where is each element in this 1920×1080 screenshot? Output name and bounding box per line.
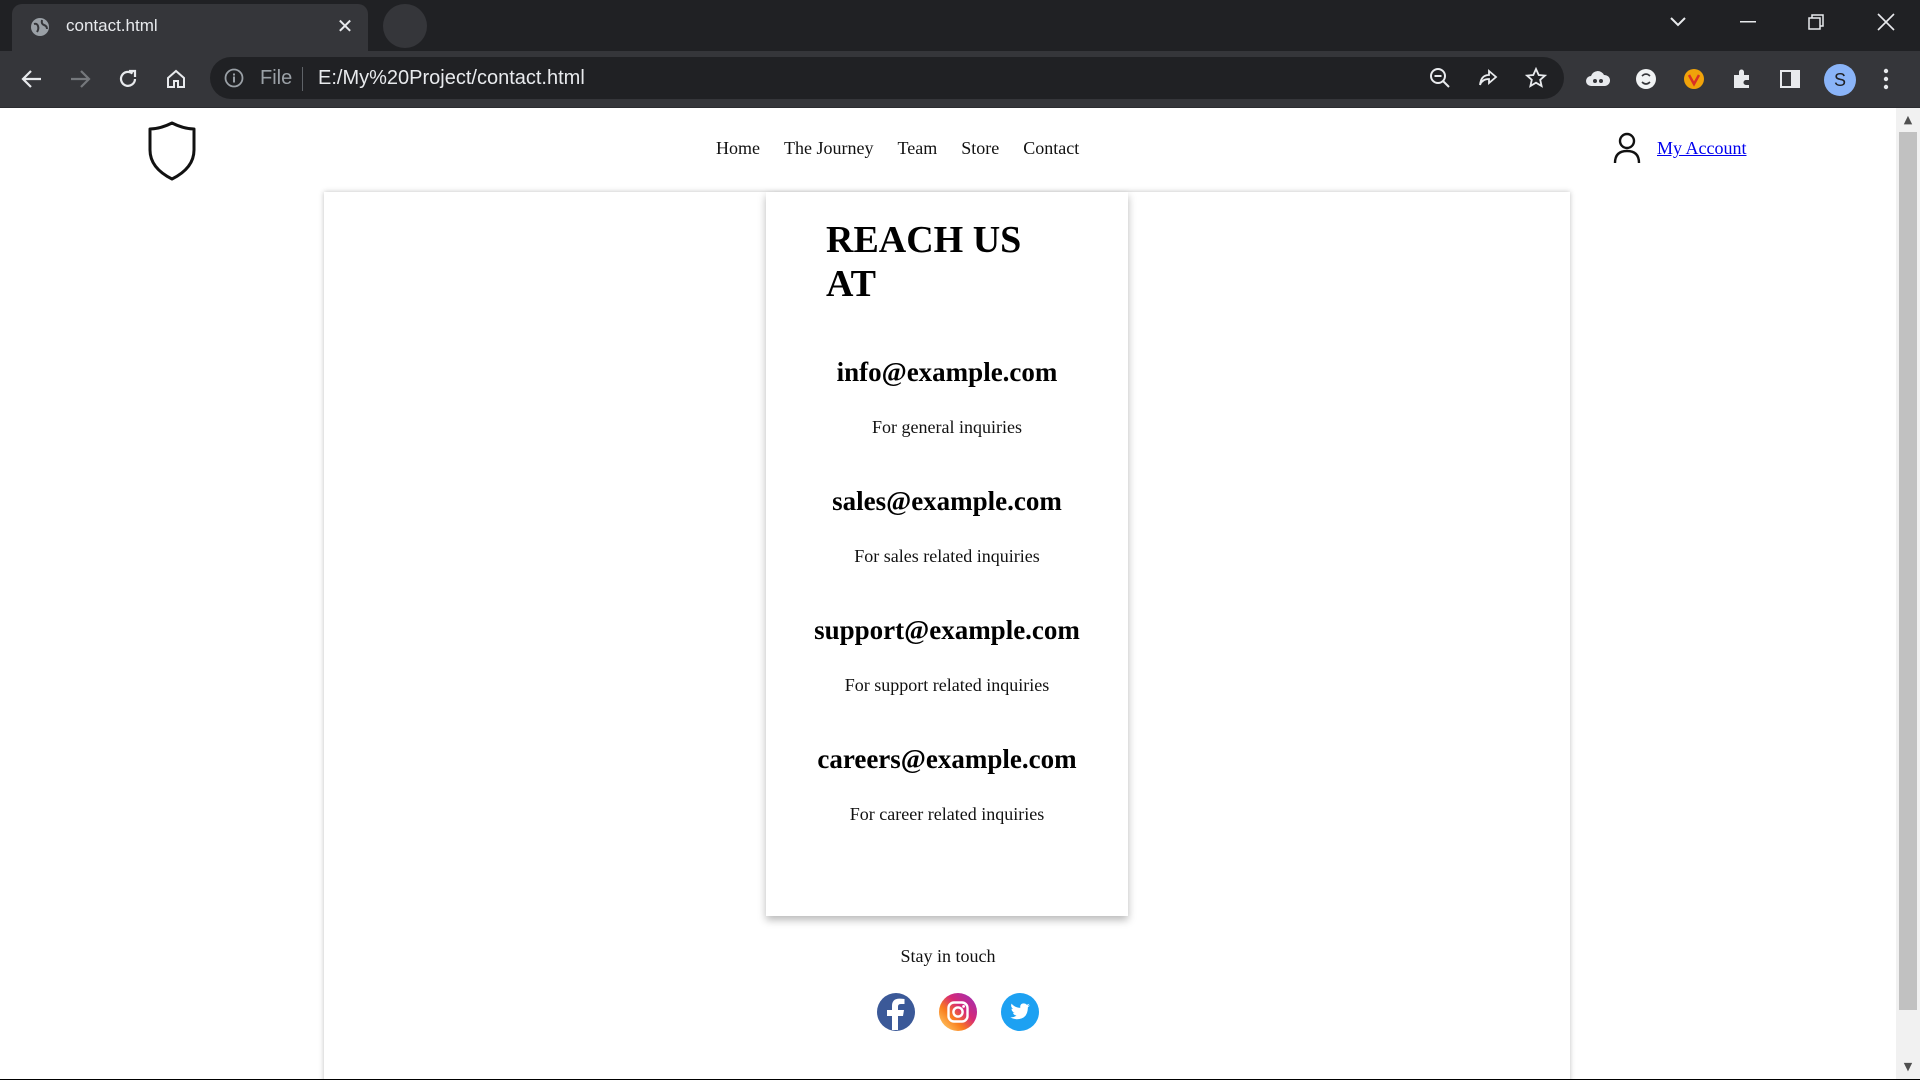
contact-item: careers@example.com For career related i… — [766, 743, 1128, 825]
contact-card: REACH US AT info@example.com For general… — [766, 192, 1128, 916]
url-separator — [302, 67, 303, 91]
new-tab-button[interactable] — [383, 4, 427, 48]
back-icon[interactable] — [16, 63, 48, 95]
profile-avatar[interactable]: S — [1824, 64, 1856, 96]
bookmark-star-icon[interactable] — [1524, 66, 1548, 90]
scroll-down-arrow-icon[interactable]: ▼ — [1900, 1059, 1916, 1075]
main-navigation: Home The Journey Team Store Contact — [716, 138, 1103, 159]
globe-icon — [31, 18, 49, 36]
scroll-up-arrow-icon[interactable]: ▲ — [1900, 112, 1916, 128]
contact-item: info@example.com For general inquiries — [766, 356, 1128, 438]
contact-item: support@example.com For support related … — [766, 614, 1128, 696]
twitter-icon[interactable] — [1000, 992, 1040, 1032]
minimize-icon[interactable] — [1714, 0, 1782, 44]
reload-icon[interactable] — [112, 63, 144, 95]
browser-toolbar: File E:/My%20Project/contact.html S — [0, 51, 1920, 108]
home-icon[interactable] — [160, 63, 192, 95]
browser-menu-icon[interactable] — [1872, 65, 1900, 93]
zoom-icon[interactable] — [1428, 66, 1452, 90]
nav-link-store[interactable]: Store — [961, 138, 999, 159]
contact-heading: REACH US AT — [826, 219, 1022, 305]
page-viewport: Home The Journey Team Store Contact My A… — [0, 108, 1896, 1079]
extension-badge-icon[interactable] — [1680, 65, 1708, 93]
shield-logo-icon[interactable] — [146, 120, 198, 182]
address-bar[interactable]: File E:/My%20Project/contact.html — [210, 57, 1564, 99]
info-icon[interactable] — [224, 68, 244, 88]
contact-email: sales@example.com — [832, 486, 1062, 516]
nav-link-the-journey[interactable]: The Journey — [784, 138, 873, 159]
contact-description: For sales related inquiries — [854, 546, 1040, 566]
site-header: Home The Journey Team Store Contact My A… — [0, 108, 1896, 192]
url-scheme-label: File — [260, 67, 293, 89]
contact-email: info@example.com — [836, 357, 1058, 387]
tab-close-icon[interactable]: ✕ — [334, 16, 356, 38]
extension-cloud-icon[interactable] — [1584, 65, 1612, 93]
contact-email: support@example.com — [814, 615, 1080, 645]
browser-tab[interactable]: contact.html ✕ — [12, 4, 368, 51]
stay-in-touch-label: Stay in touch — [900, 946, 996, 966]
restore-icon[interactable] — [1782, 0, 1850, 44]
facebook-icon[interactable] — [876, 992, 916, 1032]
contact-description: For career related inquiries — [849, 804, 1045, 824]
extension-circle-icon[interactable] — [1632, 65, 1660, 93]
side-panel-icon[interactable] — [1776, 65, 1804, 93]
user-icon[interactable] — [1612, 132, 1642, 164]
extensions-puzzle-icon[interactable] — [1728, 65, 1756, 93]
nav-link-contact[interactable]: Contact — [1023, 138, 1079, 159]
nav-link-home[interactable]: Home — [716, 138, 760, 159]
close-window-icon[interactable] — [1852, 0, 1920, 44]
tab-search-icon[interactable] — [1644, 0, 1712, 44]
nav-link-team[interactable]: Team — [897, 138, 937, 159]
share-icon[interactable] — [1476, 66, 1500, 90]
url-text[interactable]: E:/My%20Project/contact.html — [318, 67, 585, 90]
forward-icon[interactable] — [64, 63, 96, 95]
contact-email: careers@example.com — [817, 744, 1077, 774]
contact-description: For support related inquiries — [844, 675, 1050, 695]
browser-tabstrip: contact.html ✕ — [0, 0, 1920, 51]
contact-description: For general inquiries — [872, 417, 1022, 437]
contact-item: sales@example.com For sales related inqu… — [766, 485, 1128, 567]
instagram-icon[interactable] — [938, 992, 978, 1032]
scrollbar-thumb[interactable] — [1899, 132, 1917, 1010]
my-account-link[interactable]: My Account — [1657, 138, 1747, 159]
tab-title: contact.html — [66, 16, 158, 35]
